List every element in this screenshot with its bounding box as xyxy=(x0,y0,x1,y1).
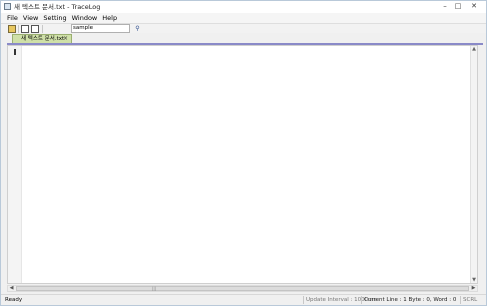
checklist-icon[interactable] xyxy=(31,25,39,33)
toolbar: sample ⚲ xyxy=(1,23,486,33)
open-folder-icon[interactable] xyxy=(8,25,16,33)
window-title: 새 텍스트 문서.txt - TraceLog xyxy=(14,3,101,11)
scroll-right-icon[interactable]: ▶ xyxy=(470,286,477,291)
status-bar: Ready Update Interval : 1000ms Current L… xyxy=(1,294,486,305)
menu-help[interactable]: Help xyxy=(102,13,117,23)
toolbar-separator xyxy=(18,25,19,33)
close-button[interactable]: ✕ xyxy=(465,2,483,11)
tab-close-icon[interactable]: × xyxy=(63,35,68,43)
menu-window[interactable]: Window xyxy=(72,13,98,23)
window-controls: – □ ✕ xyxy=(439,2,483,11)
vertical-scrollbar[interactable]: ▲ ▼ xyxy=(470,46,477,283)
grip-icon: ||| xyxy=(152,286,157,291)
line-gutter xyxy=(8,46,22,283)
title-bar[interactable]: 새 텍스트 문서.txt - TraceLog – □ ✕ xyxy=(1,1,486,13)
tab-document[interactable]: 새 텍스트 문서.txt × xyxy=(12,34,72,43)
app-window: 새 텍스트 문서.txt - TraceLog – □ ✕ File View … xyxy=(0,0,487,306)
scroll-up-icon[interactable]: ▲ xyxy=(471,46,477,52)
text-editor[interactable]: ▲ ▼ xyxy=(7,45,478,284)
search-input[interactable]: sample xyxy=(71,24,130,33)
scroll-thumb[interactable]: ||| xyxy=(16,286,469,291)
scroll-down-icon[interactable]: ▼ xyxy=(471,277,477,283)
tab-strip: 새 텍스트 문서.txt × xyxy=(1,33,486,43)
menu-view[interactable]: View xyxy=(23,13,38,23)
app-icon xyxy=(4,3,11,10)
edit-icon[interactable] xyxy=(21,25,29,33)
horizontal-scrollbar[interactable]: ◀ ||| ▶ xyxy=(7,285,478,292)
menu-file[interactable]: File xyxy=(7,13,18,23)
find-binoculars-icon[interactable]: ⚲ xyxy=(134,25,141,32)
text-cursor xyxy=(14,49,16,55)
status-current-line: Current Line : 1 Byte : 0, Word : 0 xyxy=(361,296,456,304)
tab-label: 새 텍스트 문서.txt xyxy=(21,36,65,42)
status-scroll-lock: SCRL xyxy=(460,296,477,304)
status-ready: Ready xyxy=(5,297,23,303)
scroll-left-icon[interactable]: ◀ xyxy=(8,286,15,291)
menu-setting[interactable]: Setting xyxy=(43,13,66,23)
minimize-button[interactable]: – xyxy=(439,2,451,11)
maximize-button[interactable]: □ xyxy=(452,2,464,11)
toolbar-separator xyxy=(42,25,43,33)
menu-bar: File View Setting Window Help xyxy=(1,13,486,23)
